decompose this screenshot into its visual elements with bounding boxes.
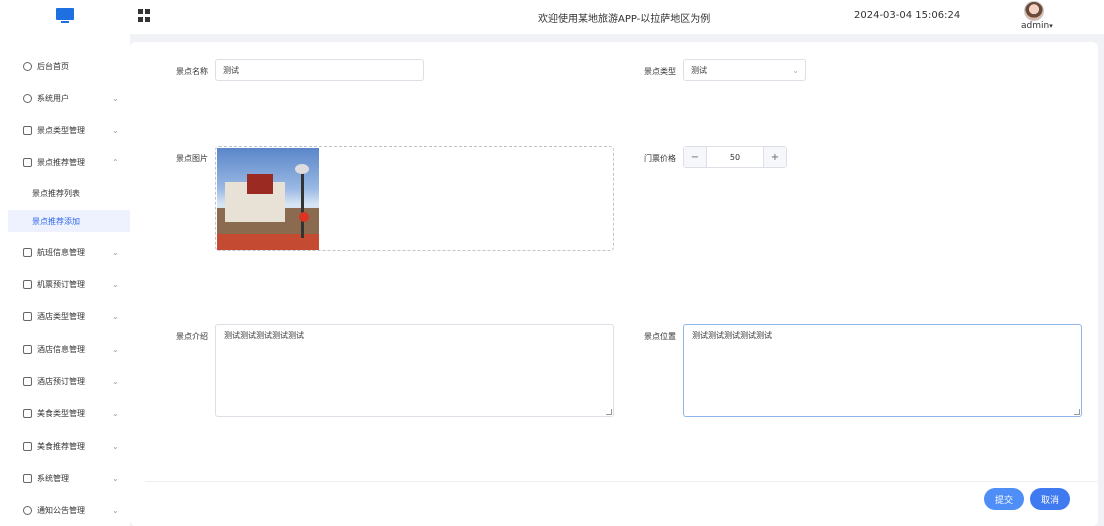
settings-icon [23, 505, 32, 515]
sidebar: 后台首页 系统用户 ⌄ 景点类型管理 ⌄ 景点推荐管理 ⌃ 景点推荐列表 景点推… [0, 34, 130, 526]
sidebar-item-label: 景点推荐管理 [37, 157, 85, 167]
clock-icon [23, 61, 32, 71]
cancel-button[interactable]: 取消 [1030, 488, 1070, 510]
scenic-location-textarea[interactable]: 测试测试测试测试测试 [683, 324, 1082, 417]
chevron-up-icon: ⌃ [112, 157, 119, 167]
chevron-down-icon: ⌄ [792, 66, 799, 75]
sidebar-item-hotel-info[interactable]: 酒店信息管理 ⌄ [0, 337, 130, 361]
sidebar-item-label: 机票预订管理 [37, 279, 85, 289]
scenic-name-label: 景点名称 [176, 67, 208, 76]
page-title: 欢迎使用某地旅游APP-以拉萨地区为例 [538, 14, 711, 25]
folder-icon [23, 441, 32, 451]
resize-handle-icon[interactable] [606, 409, 612, 415]
scenic-type-select[interactable]: 测试 ⌄ [683, 59, 806, 81]
chevron-down-icon: ⌄ [112, 247, 119, 257]
sidebar-item-home[interactable]: 后台首页 [0, 54, 130, 78]
folder-icon [23, 247, 32, 257]
folder-icon [23, 473, 32, 483]
image-upload-area[interactable] [215, 146, 614, 251]
scenic-location-label: 景点位置 [644, 332, 676, 341]
sidebar-item-label: 通知公告管理 [37, 505, 85, 515]
sidebar-item-system[interactable]: 系统管理 ⌄ [0, 466, 130, 490]
folder-icon [23, 344, 32, 354]
sidebar-item-notice[interactable]: 通知公告管理 ⌄ [0, 498, 130, 522]
sidebar-item-food-recommend[interactable]: 美食推荐管理 ⌄ [0, 434, 130, 458]
folder-icon [23, 311, 32, 321]
sidebar-item-label: 后台首页 [37, 61, 69, 71]
sidebar-item-hotel-type[interactable]: 酒店类型管理 ⌄ [0, 304, 130, 328]
folder-icon [23, 125, 32, 135]
chevron-down-icon: ⌄ [112, 93, 119, 103]
scenic-intro-label: 景点介绍 [176, 332, 208, 341]
chevron-down-icon: ⌄ [112, 408, 119, 418]
sidebar-subitem-recommend-add[interactable]: 景点推荐添加 [8, 210, 130, 232]
plus-button[interactable]: + [764, 147, 786, 167]
minus-button[interactable]: − [684, 147, 706, 167]
sidebar-item-scenic-recommend[interactable]: 景点推荐管理 ⌃ [0, 150, 130, 174]
sidebar-item-label: 酒店信息管理 [37, 344, 85, 354]
grid-icon[interactable] [138, 9, 151, 22]
chevron-down-icon: ⌄ [112, 279, 119, 289]
chevron-down-icon: ▾ [1049, 22, 1053, 30]
folder-icon [23, 376, 32, 386]
scenic-image-label: 景点图片 [176, 154, 208, 163]
sidebar-item-label: 景点类型管理 [37, 125, 85, 135]
folder-icon [23, 408, 32, 418]
scenic-name-input[interactable]: 测试 [215, 59, 424, 81]
sidebar-item-food-type[interactable]: 美食类型管理 ⌄ [0, 401, 130, 425]
scenic-photo [217, 148, 319, 250]
top-header: 欢迎使用某地旅游APP-以拉萨地区为例 2024-03-04 15:06:24 … [0, 0, 1104, 34]
chevron-down-icon: ⌄ [112, 473, 119, 483]
form-panel [130, 42, 1098, 526]
sidebar-item-label: 系统管理 [37, 473, 69, 483]
scenic-type-label: 景点类型 [644, 67, 676, 76]
sidebar-item-users[interactable]: 系统用户 ⌄ [0, 86, 130, 110]
sidebar-item-label: 酒店预订管理 [37, 376, 85, 386]
ticket-price-stepper: − 50 + [683, 146, 787, 168]
submit-button[interactable]: 提交 [984, 488, 1024, 510]
sidebar-subitem-recommend-list[interactable]: 景点推荐列表 [0, 182, 130, 204]
folder-icon [23, 157, 32, 167]
sidebar-item-hotel-booking[interactable]: 酒店预订管理 ⌄ [0, 369, 130, 393]
ticket-price-input[interactable]: 50 [706, 147, 764, 167]
avatar[interactable] [1024, 1, 1044, 21]
sidebar-item-label: 美食类型管理 [37, 408, 85, 418]
chevron-down-icon: ⌄ [112, 441, 119, 451]
chevron-down-icon: ⌄ [112, 376, 119, 386]
folder-icon [23, 279, 32, 289]
sidebar-item-flight-info[interactable]: 航班信息管理 ⌄ [0, 240, 130, 264]
sidebar-item-label: 系统用户 [37, 93, 69, 103]
sidebar-item-ticket-booking[interactable]: 机票预订管理 ⌄ [0, 272, 130, 296]
ticket-price-label: 门票价格 [644, 154, 676, 163]
chevron-down-icon: ⌄ [112, 344, 119, 354]
scenic-intro-text: 测试测试测试测试测试 [224, 331, 304, 340]
chevron-down-icon: ⌄ [112, 505, 119, 515]
sidebar-item-label: 景点推荐列表 [32, 189, 80, 198]
sidebar-item-label: 景点推荐添加 [32, 217, 80, 226]
scenic-type-value: 测试 [691, 65, 707, 75]
chevron-down-icon: ⌄ [112, 311, 119, 321]
user-menu[interactable]: admin▾ [1021, 21, 1053, 31]
sidebar-item-label: 美食推荐管理 [37, 441, 85, 451]
scenic-location-text: 测试测试测试测试测试 [692, 331, 772, 340]
divider [145, 481, 1098, 482]
scenic-intro-textarea[interactable]: 测试测试测试测试测试 [215, 324, 614, 417]
resize-handle-icon[interactable] [1074, 409, 1080, 415]
chevron-down-icon: ⌄ [112, 125, 119, 135]
datetime-display: 2024-03-04 15:06:24 [854, 10, 961, 21]
monitor-icon [56, 8, 74, 24]
user-icon [23, 93, 32, 103]
sidebar-item-scenic-type[interactable]: 景点类型管理 ⌄ [0, 118, 130, 142]
sidebar-item-label: 航班信息管理 [37, 247, 85, 257]
username: admin [1021, 21, 1050, 31]
sidebar-item-label: 酒店类型管理 [37, 311, 85, 321]
